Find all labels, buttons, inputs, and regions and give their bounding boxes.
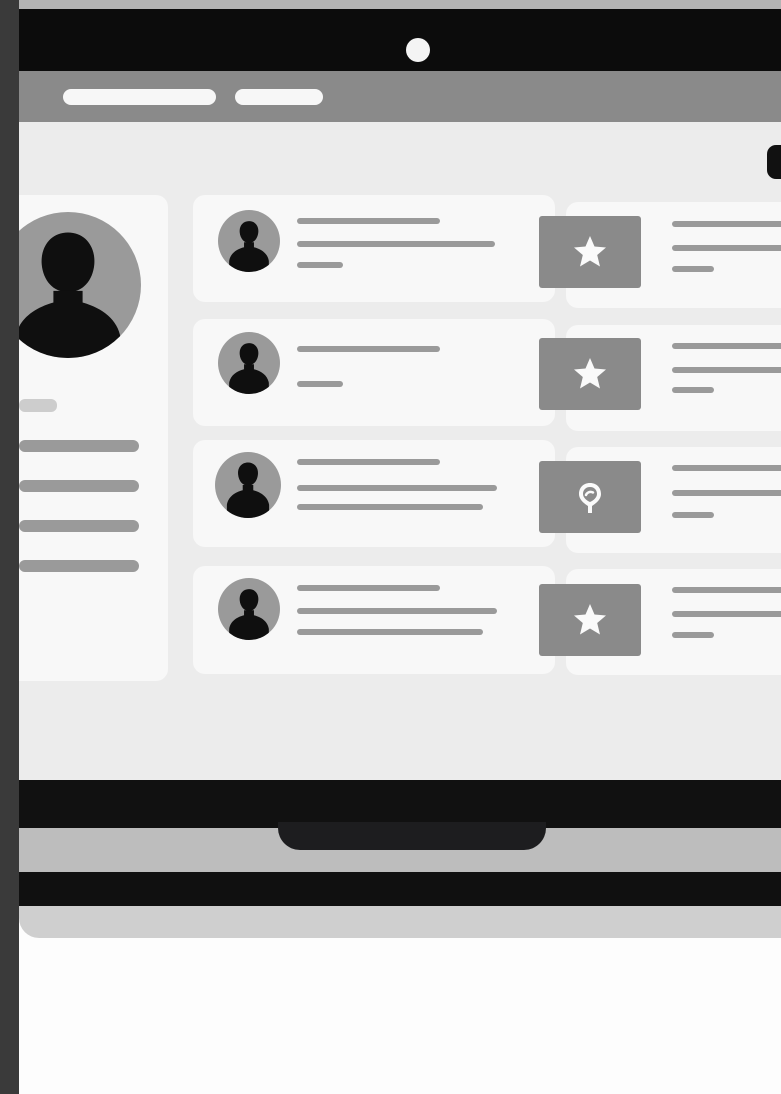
feed-item-card[interactable]	[193, 319, 555, 426]
person-silhouette-icon	[229, 589, 269, 640]
profile-detail-line	[19, 480, 139, 492]
detail-text-line	[672, 367, 781, 373]
star-icon	[574, 604, 606, 635]
feed-item-avatar	[215, 452, 281, 518]
device-frame-edge	[0, 0, 19, 1094]
feed-item-title-line	[297, 218, 440, 224]
header-title-placeholder	[63, 89, 216, 105]
feed-item-title-line	[297, 585, 440, 591]
feed-item-card[interactable]	[193, 440, 555, 547]
favorite-badge[interactable]	[539, 216, 641, 288]
favorite-badge[interactable]	[539, 338, 641, 410]
feed-item-title-line	[297, 459, 440, 465]
feed-item-text-line	[297, 262, 343, 268]
feed-item-text-line	[297, 504, 483, 510]
feed-item-card[interactable]	[193, 195, 555, 302]
laptop-base-lip	[19, 906, 781, 938]
feed-item-title-line	[297, 346, 440, 352]
detail-text-line	[672, 387, 714, 393]
detail-title-line	[672, 343, 781, 349]
feed-item-text-line	[297, 381, 343, 387]
webcam-icon	[406, 38, 430, 62]
feed-item-avatar	[218, 332, 280, 394]
app-screen	[19, 122, 781, 780]
location-badge[interactable]	[539, 461, 641, 533]
laptop-base-edge	[19, 872, 781, 906]
detail-title-line	[672, 465, 781, 471]
person-silhouette-icon	[229, 343, 269, 394]
laptop-bottom-bezel	[19, 780, 781, 828]
app-header-bar	[19, 71, 781, 122]
map-pin-icon	[579, 483, 601, 513]
feed-item-text-line	[297, 608, 497, 614]
person-silhouette-icon	[229, 221, 269, 272]
feed-item-avatar	[218, 210, 280, 272]
detail-text-line	[672, 490, 781, 496]
profile-detail-line	[19, 520, 139, 532]
laptop-hinge-notch	[278, 822, 546, 850]
feed-item-text-line	[297, 485, 497, 491]
star-icon	[574, 358, 606, 389]
detail-title-line	[672, 221, 781, 227]
device-top-lip	[19, 0, 781, 9]
profile-detail-line	[19, 560, 139, 572]
detail-text-line	[672, 245, 781, 251]
feed-item-text-line	[297, 629, 483, 635]
feed-item-avatar	[218, 578, 280, 640]
detail-title-line	[672, 587, 781, 593]
detail-text-line	[672, 512, 714, 518]
detail-text-line	[672, 611, 781, 617]
profile-card	[19, 195, 168, 681]
person-silhouette-icon	[226, 462, 270, 518]
profile-avatar[interactable]	[19, 212, 141, 358]
menu-button[interactable]	[767, 145, 781, 179]
profile-detail-line	[19, 440, 139, 452]
favorite-badge[interactable]	[539, 584, 641, 656]
detail-text-line	[672, 266, 714, 272]
header-subtitle-placeholder	[235, 89, 323, 105]
person-silhouette-icon	[19, 232, 121, 358]
detail-text-line	[672, 632, 714, 638]
feed-item-text-line	[297, 241, 495, 247]
profile-name-placeholder	[19, 399, 57, 412]
feed-item-card[interactable]	[193, 566, 555, 674]
laptop-top-bezel	[19, 9, 781, 71]
star-icon	[574, 236, 606, 267]
